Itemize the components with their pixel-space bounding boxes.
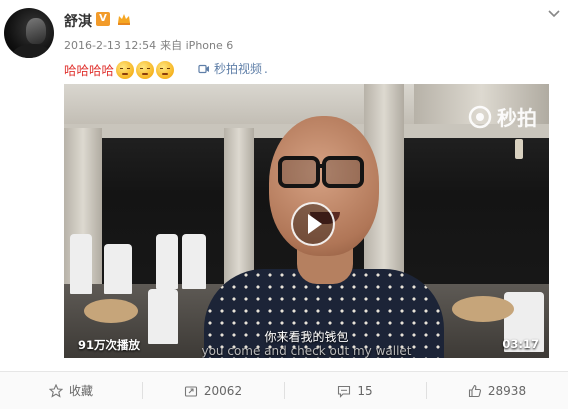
video-person-glasses (322, 156, 364, 188)
repost-count: 20062 (203, 383, 243, 398)
post-meta: 2016-2-13 12:54 来自 iPhone 6 (64, 37, 237, 53)
avatar-shoulder (12, 44, 52, 58)
chevron-down-icon[interactable] (546, 6, 562, 22)
like-button[interactable]: 28938 (426, 372, 568, 409)
emoji-face-icon (116, 60, 135, 79)
view-count: 91万次播放 (78, 338, 141, 352)
post-text-content: 哈哈哈哈 (64, 63, 115, 78)
miaopai-watermark: 秒拍 (467, 102, 537, 131)
miaopai-logo-icon (468, 105, 492, 128)
favorite-button[interactable]: 收藏 (0, 372, 142, 409)
video-person-glasses (278, 156, 320, 188)
comment-icon (338, 385, 351, 398)
favorite-label: 收藏 (68, 384, 93, 398)
video-duration: 03:17 (502, 337, 539, 351)
username[interactable]: 舒淇 (64, 11, 92, 31)
video-table (452, 296, 514, 322)
avatar-face (26, 18, 46, 44)
video-link-suffix: . (264, 61, 268, 76)
member-crown-icon[interactable] (116, 11, 132, 27)
emoji-face-icon (156, 60, 175, 79)
repost-button[interactable]: 20062 (142, 372, 284, 409)
verified-v-icon[interactable]: V (96, 12, 110, 26)
repost-icon (184, 385, 197, 397)
video-chair (182, 234, 206, 289)
avatar[interactable] (4, 8, 54, 58)
play-button[interactable] (291, 202, 335, 246)
like-count: 28938 (487, 383, 527, 398)
post-text: 哈哈哈哈 (64, 60, 175, 79)
video-person-glasses-bridge (318, 164, 326, 168)
video-link[interactable]: 秒拍视频 . (198, 60, 268, 77)
action-bar: 收藏 20062 15 28938 (0, 372, 568, 409)
video-player[interactable]: 秒拍 你来看我的钱包 you come and check out my wal… (64, 84, 549, 358)
video-chair (104, 244, 132, 294)
video-lamp (515, 139, 523, 159)
watermark-text: 秒拍 (497, 106, 537, 130)
video-chair (156, 234, 178, 289)
emoji-face-icon (136, 60, 155, 79)
post-timestamp[interactable]: 2016-2-13 12:54 (64, 39, 156, 52)
source-prefix: 来自 (160, 39, 183, 52)
star-icon (48, 383, 63, 398)
video-table (84, 299, 138, 323)
post-source[interactable]: iPhone 6 (186, 39, 234, 52)
weibo-post: 舒淇 V 2016-2-13 12:54 来自 iPhone 6 哈哈哈哈 秒拍视… (0, 0, 568, 409)
comment-button[interactable]: 15 (284, 372, 426, 409)
video-chair (70, 234, 92, 294)
video-camera-icon (198, 64, 209, 73)
thumbs-up-icon (468, 384, 481, 397)
comment-count: 15 (357, 383, 373, 398)
video-link-label[interactable]: 秒拍视频 (214, 60, 262, 77)
